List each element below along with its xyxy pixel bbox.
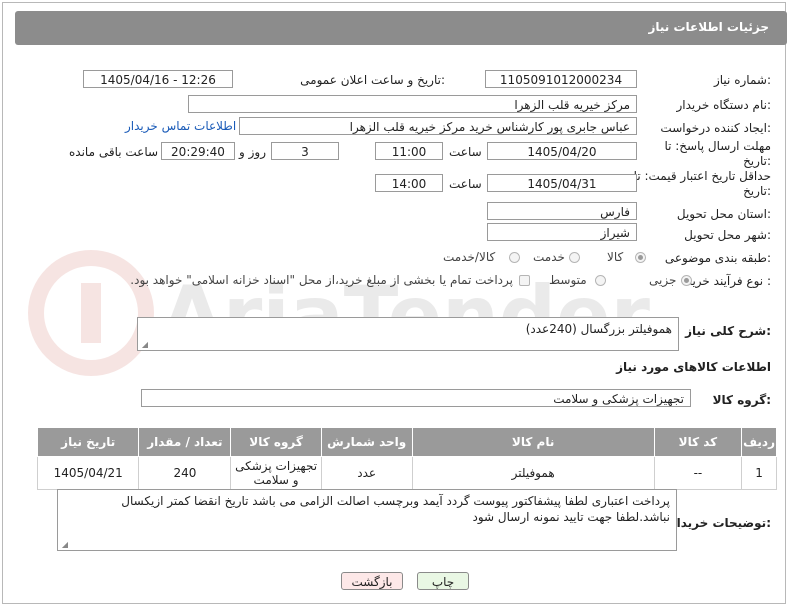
ariatender-watermark: AriaTender.net — [28, 250, 661, 376]
col-row-number: ردیف — [741, 427, 777, 457]
description-label: شرح کلی نیاز: — [685, 324, 771, 338]
buyer-org-label: نام دستگاه خریدار: — [676, 98, 772, 112]
price-time-field[interactable]: 14:00 — [375, 174, 443, 192]
col-goods-code: کد کالا — [653, 427, 743, 457]
page-title: جزئیات اطلاعات نیاز — [648, 20, 769, 34]
remaining-time-field[interactable]: 20:29:40 — [161, 142, 235, 160]
category-option-service: خدمت — [533, 250, 565, 264]
buyer-notes-text: پرداخت اعتباری لطفا پیشفاکتور پیوست گردد… — [121, 494, 670, 524]
treasury-payment-note: پرداخت تمام یا بخشی از مبلغ خرید،از محل … — [130, 273, 513, 287]
cell-goods-group: تجهیزات پزشکی و سلامت — [230, 456, 322, 490]
category-radio-goods-service[interactable] — [509, 252, 520, 263]
col-goods-group: گروه کالا — [230, 427, 322, 457]
province-field[interactable]: فارس — [487, 202, 637, 220]
description-textarea[interactable]: هموفیلتر بزرگسال (240عدد) ◢ — [137, 317, 679, 351]
creator-label: ایجاد کننده درخواست: — [660, 121, 771, 135]
days-label: روز و — [239, 145, 266, 159]
city-label: شهر محل تحویل: — [684, 228, 771, 242]
announce-datetime-field[interactable]: 1405/04/16 - 12:26 — [83, 70, 233, 88]
category-radio-service[interactable] — [569, 252, 580, 263]
cell-row-number: 1 — [741, 456, 777, 490]
category-radio-goods[interactable] — [635, 252, 646, 263]
col-need-date: تاریخ نیاز — [36, 427, 140, 457]
table-row[interactable]: 1 -- هموفیلتر عدد تجهیزات پزشکی و سلامت … — [36, 456, 777, 490]
col-unit: واحد شمارش — [320, 427, 413, 457]
process-option-minor: جزیی — [649, 273, 677, 287]
goods-group-label: گروه کالا: — [712, 393, 771, 407]
reply-deadline-label: مهلت ارسال پاسخ: تا تاریخ: — [664, 139, 771, 168]
description-text: هموفیلتر بزرگسال (240عدد) — [525, 322, 672, 336]
reply-time-label: ساعت — [449, 145, 482, 159]
print-button[interactable]: چاپ — [417, 572, 469, 590]
col-goods-name: نام کالا — [411, 427, 655, 457]
need-number-field[interactable]: 1105091012000234 — [485, 70, 637, 88]
price-time-label: ساعت — [449, 177, 482, 191]
remaining-time-label: ساعت باقی مانده — [69, 145, 159, 159]
buyer-contact-link[interactable]: اطلاعات تماس خریدار — [125, 119, 236, 133]
form-frame: AriaTender.net جزئیات اطلاعات نیاز شماره… — [2, 2, 787, 604]
buyer-org-field[interactable]: مرکز خیریه قلب الزهرا — [188, 95, 637, 113]
page-header: جزئیات اطلاعات نیاز — [15, 11, 787, 45]
col-quantity: تعداد / مقدار — [138, 427, 232, 457]
reply-date-field[interactable]: 1405/04/20 — [487, 142, 637, 160]
cell-goods-name: هموفیلتر — [411, 456, 655, 490]
items-table: ردیف کد کالا نام کالا واحد شمارش گروه کا… — [36, 427, 777, 490]
city-field[interactable]: شیراز — [487, 223, 637, 241]
need-number-label: شماره نیاز: — [713, 73, 771, 87]
resize-handle-icon[interactable]: ◢ — [60, 541, 68, 549]
table-header-row: ردیف کد کالا نام کالا واحد شمارش گروه کا… — [36, 427, 777, 457]
cell-unit: عدد — [320, 456, 413, 490]
announce-label: تاریخ و ساعت اعلان عمومی: — [300, 73, 445, 87]
creator-field[interactable]: عباس جابری پور کارشناس خرید مرکز خیریه ق… — [239, 117, 637, 135]
buyer-notes-label: توضیحات خریدار: — [669, 516, 771, 530]
resize-handle-icon[interactable]: ◢ — [140, 341, 148, 349]
price-deadline-label: حداقل تاریخ اعتبار قیمت: تا تاریخ: — [633, 169, 771, 198]
process-option-medium: متوسط — [549, 273, 587, 287]
process-label: نوع فرآیند خرید : — [686, 274, 771, 288]
category-option-goods-service: کالا/خدمت — [443, 250, 496, 264]
goods-info-title: اطلاعات کالاهای مورد نیاز — [616, 360, 771, 374]
days-remaining-field[interactable]: 3 — [271, 142, 339, 160]
cell-need-date: 1405/04/21 — [36, 456, 140, 490]
reply-time-field[interactable]: 11:00 — [375, 142, 443, 160]
category-option-goods: کالا — [607, 250, 624, 264]
price-date-field[interactable]: 1405/04/31 — [487, 174, 637, 192]
cell-goods-code: -- — [653, 456, 743, 490]
province-label: استان محل تحویل: — [676, 207, 771, 221]
category-label: طبقه بندی موضوعی: — [664, 251, 771, 265]
process-radio-minor[interactable] — [681, 275, 692, 286]
goods-group-field[interactable]: تجهیزات پزشکی و سلامت — [141, 389, 691, 407]
cell-quantity: 240 — [138, 456, 232, 490]
buyer-notes-textarea[interactable]: پرداخت اعتباری لطفا پیشفاکتور پیوست گردد… — [57, 489, 677, 551]
process-radio-medium[interactable] — [595, 275, 606, 286]
back-button[interactable]: بازگشت — [341, 572, 403, 590]
treasury-payment-checkbox[interactable] — [519, 275, 530, 286]
